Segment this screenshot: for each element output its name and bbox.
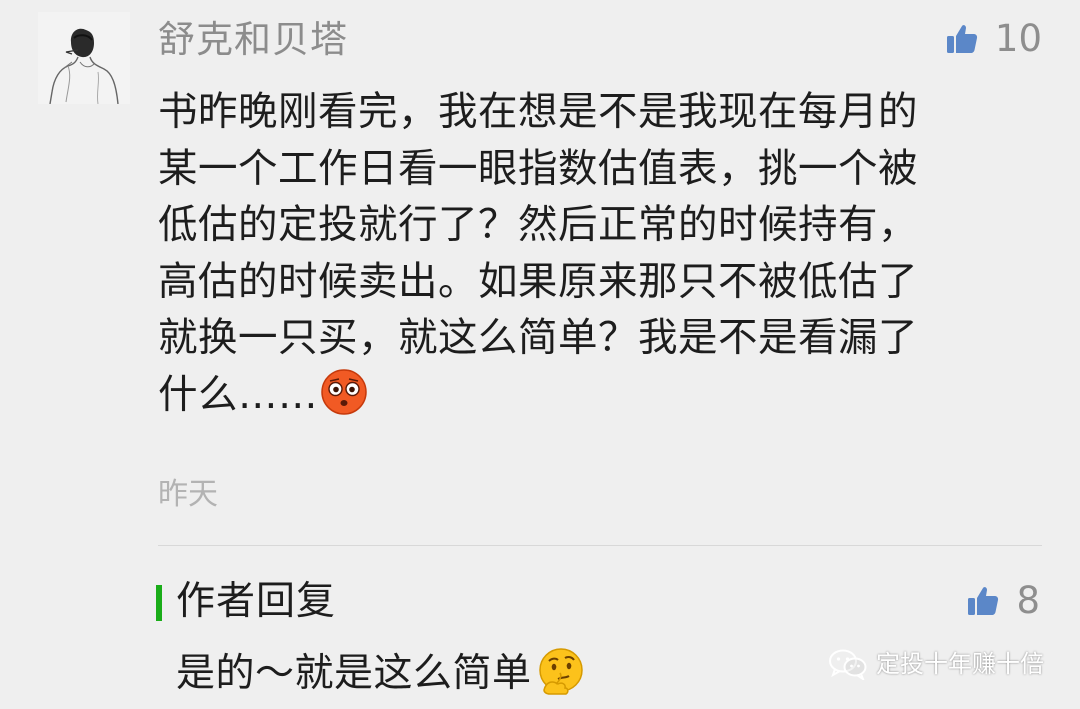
comment-username[interactable]: 舒克和贝塔 [158, 14, 348, 66]
comment-line: 书昨晚刚看完，我在想是不是我现在每月的 [158, 89, 918, 135]
watermark-text: 定投十年赚十倍 [876, 650, 1044, 678]
reply-text: 是的～就是这么简单 [176, 646, 586, 702]
thumbs-up-icon [945, 22, 979, 56]
comment-line: 什么…… [158, 371, 318, 418]
comment-line: 低估的定投就行了？然后正常的时候持有， [158, 202, 918, 248]
comment-line: 某一个工作日看一眼指数估值表，挑一个被 [158, 145, 918, 192]
sketch-person-avatar-icon [38, 12, 130, 104]
divider [158, 545, 1042, 546]
comment-line-last: 什么…… [158, 367, 1028, 424]
comment-like-count: 10 [994, 17, 1042, 60]
comment-time: 昨天 [158, 477, 218, 512]
flushed-face-emoji-icon [320, 368, 368, 416]
comment-line: 高估的时候卖出。如果原来那只不被低估了 [158, 258, 918, 305]
thinking-face-emoji-icon [536, 646, 586, 696]
reply-accent-bar [156, 585, 162, 621]
reply-like-count: 8 [1016, 579, 1040, 622]
comment-line: 就换一只买，就这么简单？我是不是看漏了 [158, 315, 918, 361]
thumbs-up-icon [966, 584, 1000, 618]
account-watermark: 定投十年赚十倍 [828, 648, 1044, 680]
avatar[interactable] [38, 12, 130, 104]
comment-text: 书昨晚刚看完，我在想是不是我现在每月的 某一个工作日看一眼指数估值表，挑一个被 … [158, 84, 1028, 423]
reply-text-content: 是的～就是这么简单 [176, 651, 532, 696]
reply-like-button[interactable]: 8 [966, 578, 1040, 624]
comment-like-button[interactable]: 10 [945, 16, 1042, 62]
wechat-icon [828, 648, 868, 680]
author-reply-title: 作者回复 [176, 579, 337, 624]
